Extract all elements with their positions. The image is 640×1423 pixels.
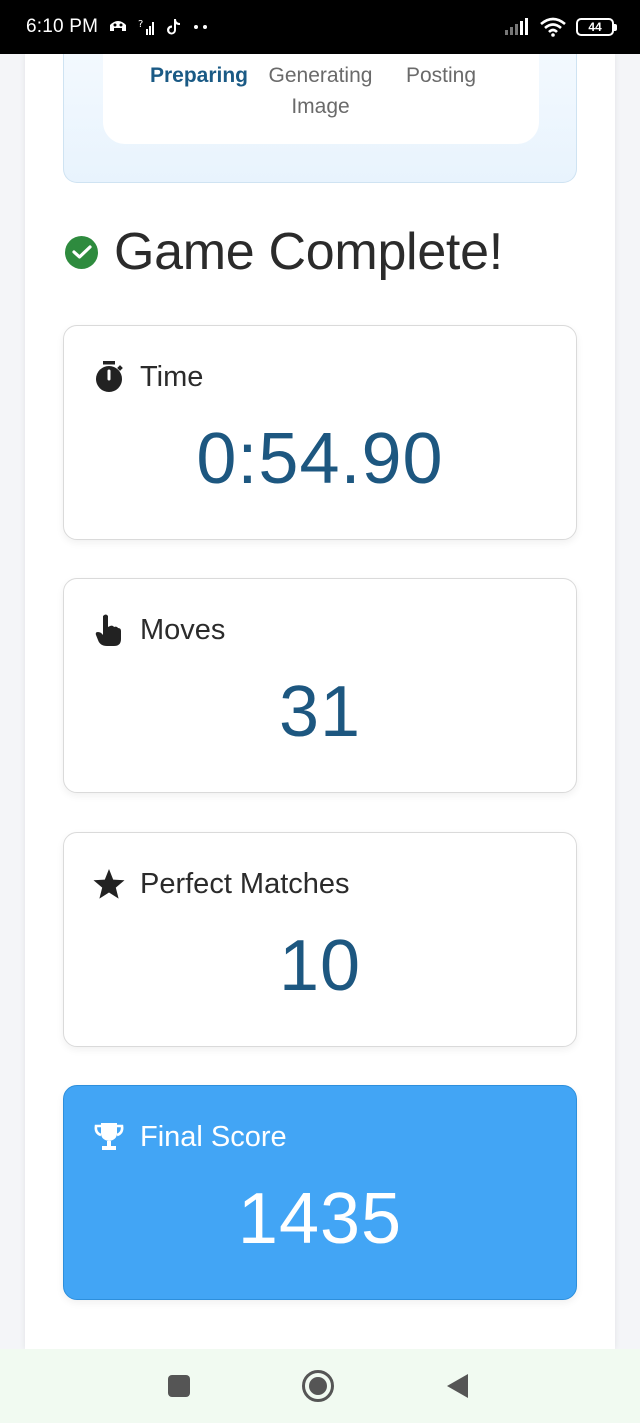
step-generating-image: Generating Image	[268, 64, 373, 118]
system-nav-bar	[0, 1349, 640, 1423]
tiktok-icon	[166, 18, 182, 36]
pointer-hand-icon	[92, 613, 126, 647]
stopwatch-icon	[92, 360, 126, 394]
trophy-icon	[92, 1120, 126, 1154]
step-posting: Posting	[405, 64, 477, 87]
home-button[interactable]	[301, 1369, 335, 1403]
check-circle-icon	[65, 235, 98, 269]
app-icon	[108, 19, 128, 35]
stat-value-moves: 31	[278, 672, 362, 752]
step-preparing: Preparing	[149, 64, 249, 87]
status-bar: 6:10 PM ? 44	[0, 0, 640, 54]
stat-card-final-score: Final Score 1435	[63, 1085, 577, 1300]
stat-value-final-score: 1435	[237, 1179, 403, 1259]
star-icon	[92, 867, 126, 901]
stat-card-moves: Moves 31	[63, 578, 577, 793]
status-time: 6:10 PM	[26, 16, 99, 37]
wifi-icon	[540, 17, 566, 37]
stat-card-perfect-matches: Perfect Matches 10	[63, 832, 577, 1047]
svg-text:?: ?	[138, 19, 143, 30]
back-button[interactable]	[440, 1369, 474, 1403]
stat-label-perfect-matches: Perfect Matches	[140, 867, 350, 900]
stat-label-time: Time	[140, 360, 204, 393]
stat-card-time: Time 0:54.90	[63, 325, 577, 540]
signal-unknown-icon: ?	[138, 18, 156, 36]
stat-value-perfect-matches: 10	[278, 926, 362, 1006]
more-dots-icon	[192, 24, 210, 30]
progress-card: Preparing Generating Image Posting	[63, 54, 577, 183]
recents-button[interactable]	[162, 1369, 196, 1403]
page-title: Game Complete!	[114, 223, 503, 281]
stat-label-moves: Moves	[140, 613, 226, 646]
stat-value-time: 0:54.90	[196, 419, 444, 499]
battery-icon: 44	[576, 18, 617, 36]
progress-steps: Preparing Generating Image Posting	[103, 54, 539, 144]
signal-bars-icon	[504, 18, 530, 36]
stat-label-final-score: Final Score	[140, 1120, 287, 1153]
battery-level: 44	[588, 20, 602, 34]
game-complete-heading: Game Complete!	[65, 222, 503, 282]
